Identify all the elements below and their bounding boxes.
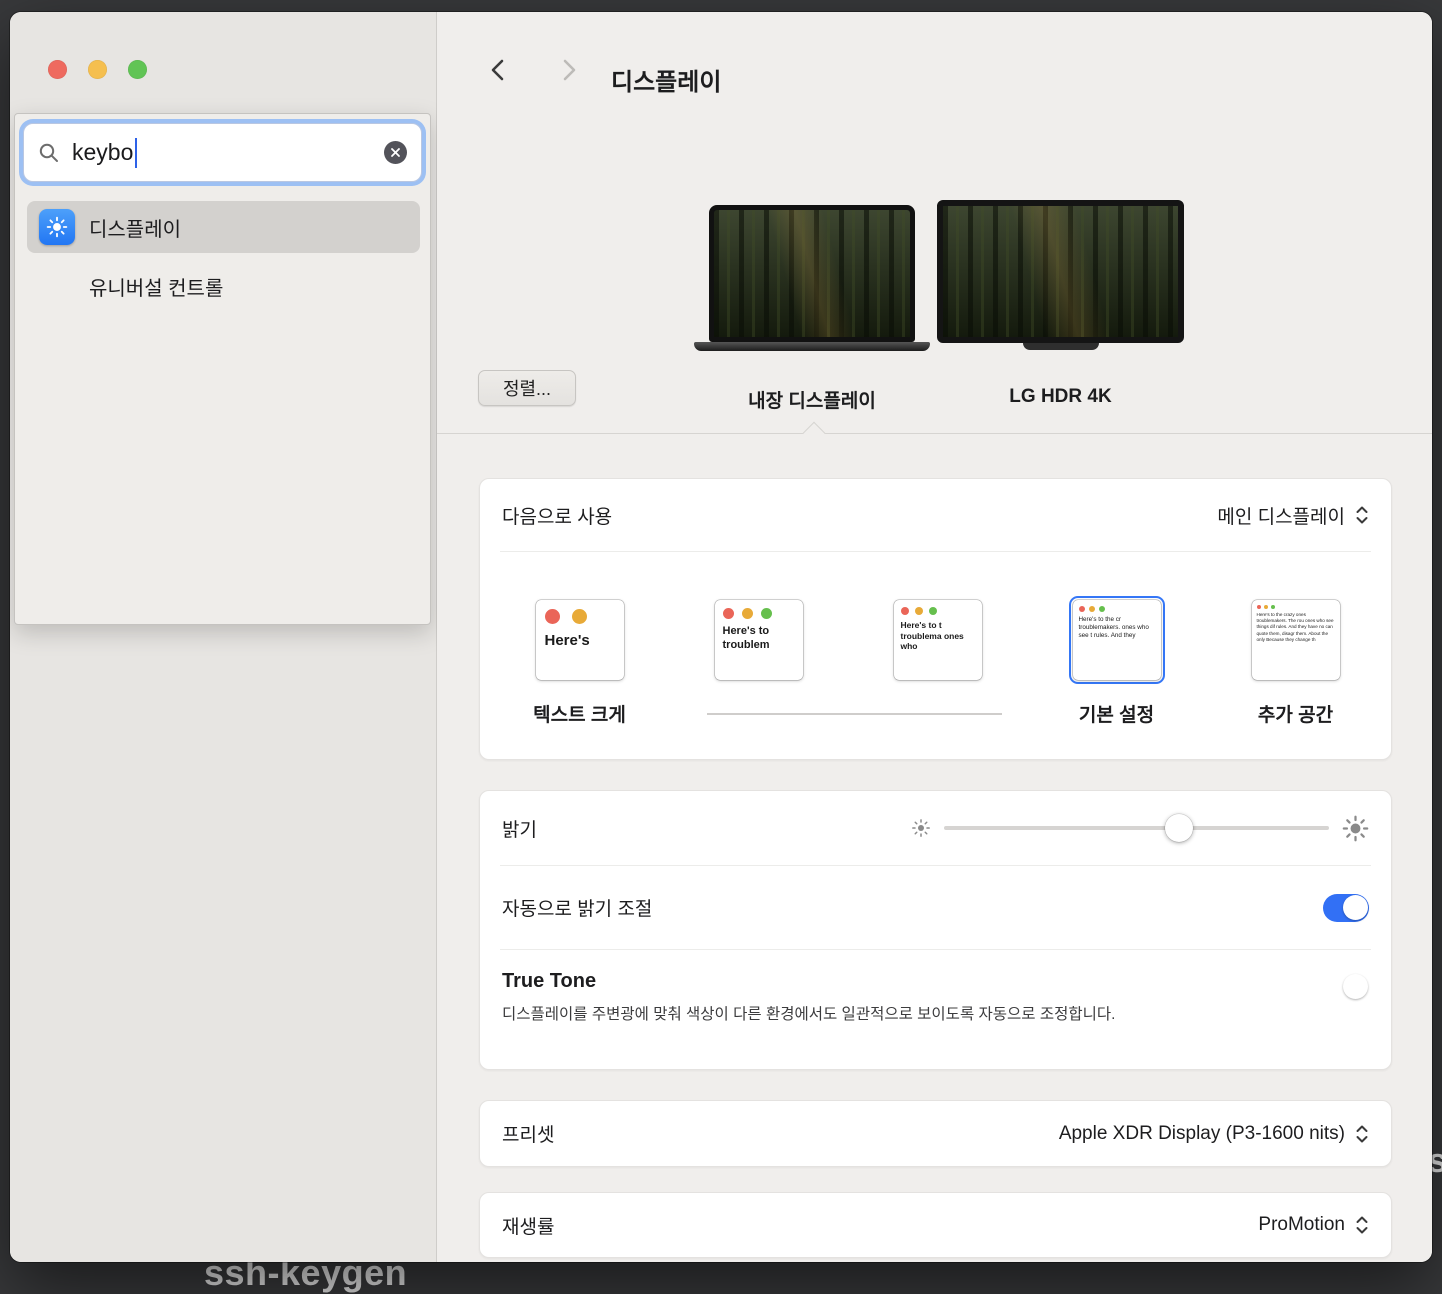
scaling-track-line [707,713,1002,715]
refresh-rate-value: ProMotion [1258,1214,1345,1236]
zoom-button[interactable] [128,60,147,79]
search-result-universal-control[interactable]: 유니버설 컨트롤 [89,271,223,301]
minimize-button[interactable] [88,60,107,79]
scaling-option-default[interactable]: Here's to the cr troublemakers. ones who… [1027,552,1206,724]
forward-button[interactable] [553,54,585,86]
preset-card: 프리셋 Apple XDR Display (P3-1600 nits) [479,1100,1392,1167]
selected-option-ring: Here's to the cr troublemakers. ones who… [1069,596,1165,684]
scaling-option-label: 기본 설정 [1079,700,1154,724]
preset-popup[interactable]: Apple XDR Display (P3-1600 nits) [1059,1123,1369,1145]
search-result-label: 유니버설 컨트롤 [89,272,223,301]
refresh-rate-popup[interactable]: ProMotion [1258,1214,1369,1236]
system-settings-window: keybo [10,12,1432,1262]
true-tone-description: 디스플레이를 주변광에 맞춰 색상이 다른 환경에서도 일관적으로 보이도록 자… [502,1003,1242,1026]
toggle-knob [1343,895,1368,920]
search-result-displays[interactable]: 디스플레이 [27,201,420,253]
scaling-option-2[interactable]: Here's to troublem [669,552,848,724]
use-as-popup[interactable]: 메인 디스플레이 [1217,502,1369,529]
refresh-rate-card: 재생률 ProMotion [479,1192,1392,1258]
clear-search-button[interactable] [384,141,407,164]
brightness-card: 밝기 [479,790,1392,1070]
scaling-option-larger-text[interactable]: Here's 텍스트 크게 [490,552,669,724]
sidebar: keybo [10,12,437,1262]
scaling-option-more-space[interactable]: Here's to the crazy ones troublemakers. … [1206,552,1385,724]
refresh-rate-label: 재생률 [502,1212,554,1239]
text-caret [135,138,137,168]
brightness-slider[interactable] [944,814,1329,842]
slider-knob[interactable] [1165,814,1193,842]
slider-track [944,826,1329,830]
toggle-knob [1343,974,1368,999]
preset-value: Apple XDR Display (P3-1600 nits) [1059,1123,1345,1145]
resolution-preview: Here's to the cr troublemakers. ones who… [1073,600,1161,680]
auto-brightness-toggle[interactable] [1323,894,1369,922]
brightness-label: 밝기 [502,815,537,842]
external-display-thumbnail[interactable] [937,200,1184,343]
external-display-label: LG HDR 4K [937,386,1184,408]
stepper-icon [1355,504,1369,526]
main-content: 디스플레이 내장 디스플레이 LG HDR 4K 정렬... 다음으로 사용 메… [437,12,1432,1262]
use-as-value: 메인 디스플레이 [1217,502,1345,529]
builtin-display-label: 내장 디스플레이 [709,386,915,413]
resolution-preview: Here's to the crazy ones troublemakers. … [1252,600,1340,680]
stepper-icon [1355,1123,1369,1145]
scaling-option-label: 텍스트 크게 [533,700,626,724]
back-button[interactable] [481,54,513,86]
display-config-card: 다음으로 사용 메인 디스플레이 Here's [479,478,1392,760]
search-input[interactable]: keybo [23,123,422,182]
resolution-preview: Here's [536,600,624,680]
close-button[interactable] [48,60,67,79]
x-icon [390,147,401,158]
true-tone-label: True Tone [502,970,1242,993]
section-divider [437,433,1432,434]
search-results-panel: keybo [14,113,431,625]
scaling-option-label: 추가 공간 [1258,700,1333,724]
display-settings-icon [39,209,75,245]
search-icon [38,142,60,164]
resolution-preview: Here's to troublem [715,600,803,680]
laptop-base [694,342,930,351]
chevron-right-icon [563,59,576,81]
brightness-high-icon [1342,815,1369,842]
page-title: 디스플레이 [611,62,721,97]
monitor-stand [1023,343,1099,350]
search-result-label: 디스플레이 [89,213,181,242]
scaling-option-3[interactable]: Here's to t troublema ones who [848,552,1027,724]
search-value: keybo [72,139,133,166]
brightness-low-icon [911,818,931,838]
stepper-icon [1355,1214,1369,1236]
chevron-left-icon [491,59,504,81]
auto-brightness-label: 자동으로 밝기 조절 [502,894,652,921]
preset-label: 프리셋 [502,1120,554,1147]
selected-display-pointer [803,422,826,445]
arrange-button[interactable]: 정렬... [478,370,576,406]
use-as-label: 다음으로 사용 [502,502,612,529]
builtin-display-thumbnail[interactable] [709,205,915,342]
resolution-preview: Here's to t troublema ones who [894,600,982,680]
